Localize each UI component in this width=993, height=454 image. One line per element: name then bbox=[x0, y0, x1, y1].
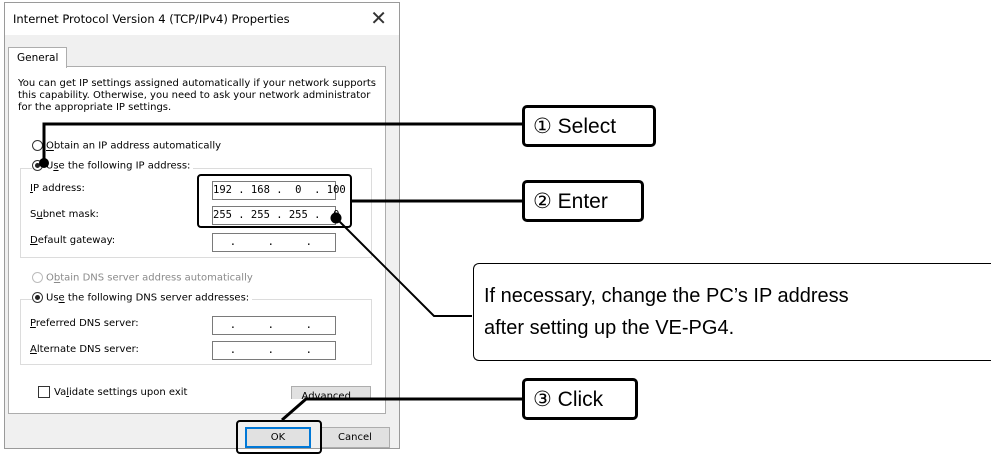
cancel-button[interactable]: Cancel bbox=[320, 427, 390, 448]
ok-button-highlight bbox=[236, 420, 322, 454]
default-gateway-input[interactable]: . . . bbox=[212, 233, 336, 252]
use-following-dns-radio[interactable]: Use the following DNS server addresses: bbox=[32, 292, 253, 304]
radio-icon bbox=[32, 140, 43, 151]
click-callout: ③ Click bbox=[522, 378, 638, 420]
note-callout: If necessary, change the PC’s IP address… bbox=[473, 263, 991, 361]
alternate-dns-input[interactable]: . . . bbox=[212, 341, 336, 360]
obtain-dns-auto-radio[interactable]: Obtain DNS server address automatically bbox=[32, 272, 253, 284]
ip-subnet-highlight bbox=[197, 174, 352, 228]
enter-callout: ② Enter bbox=[522, 180, 644, 222]
intro-text: You can get IP settings assigned automat… bbox=[18, 78, 376, 113]
radio-disabled-icon bbox=[32, 272, 43, 283]
title-bar: Internet Protocol Version 4 (TCP/IPv4) P… bbox=[5, 3, 399, 35]
note-line-1: If necessary, change the PC’s IP address bbox=[484, 285, 849, 307]
subnet-mask-label: Subnet mask: bbox=[30, 209, 99, 220]
radio-selected-icon bbox=[32, 292, 43, 303]
preferred-dns-input[interactable]: . . . bbox=[212, 316, 336, 335]
tab-general[interactable]: General bbox=[8, 47, 68, 68]
alternate-dns-label: Alternate DNS server: bbox=[30, 344, 139, 355]
use-following-ip-radio[interactable]: Use the following IP address: bbox=[32, 160, 194, 172]
ip-address-label: IP address: bbox=[30, 183, 85, 194]
validate-settings-checkbox[interactable]: Validate settings upon exit bbox=[38, 386, 187, 398]
preferred-dns-label: Preferred DNS server: bbox=[30, 318, 139, 329]
dialog-title: Internet Protocol Version 4 (TCP/IPv4) P… bbox=[13, 12, 290, 26]
obtain-ip-auto-radio[interactable]: Obtain an IP address automatically bbox=[32, 140, 221, 152]
radio-selected-icon bbox=[32, 160, 43, 171]
checkbox-icon bbox=[38, 386, 50, 398]
note-line-2: after setting up the VE-PG4. bbox=[484, 317, 735, 339]
select-callout: ① Select bbox=[522, 105, 656, 147]
advanced-button[interactable]: Advanced... bbox=[291, 386, 371, 399]
close-icon[interactable]: ✕ bbox=[370, 7, 387, 29]
default-gateway-label: Default gateway: bbox=[30, 235, 116, 246]
